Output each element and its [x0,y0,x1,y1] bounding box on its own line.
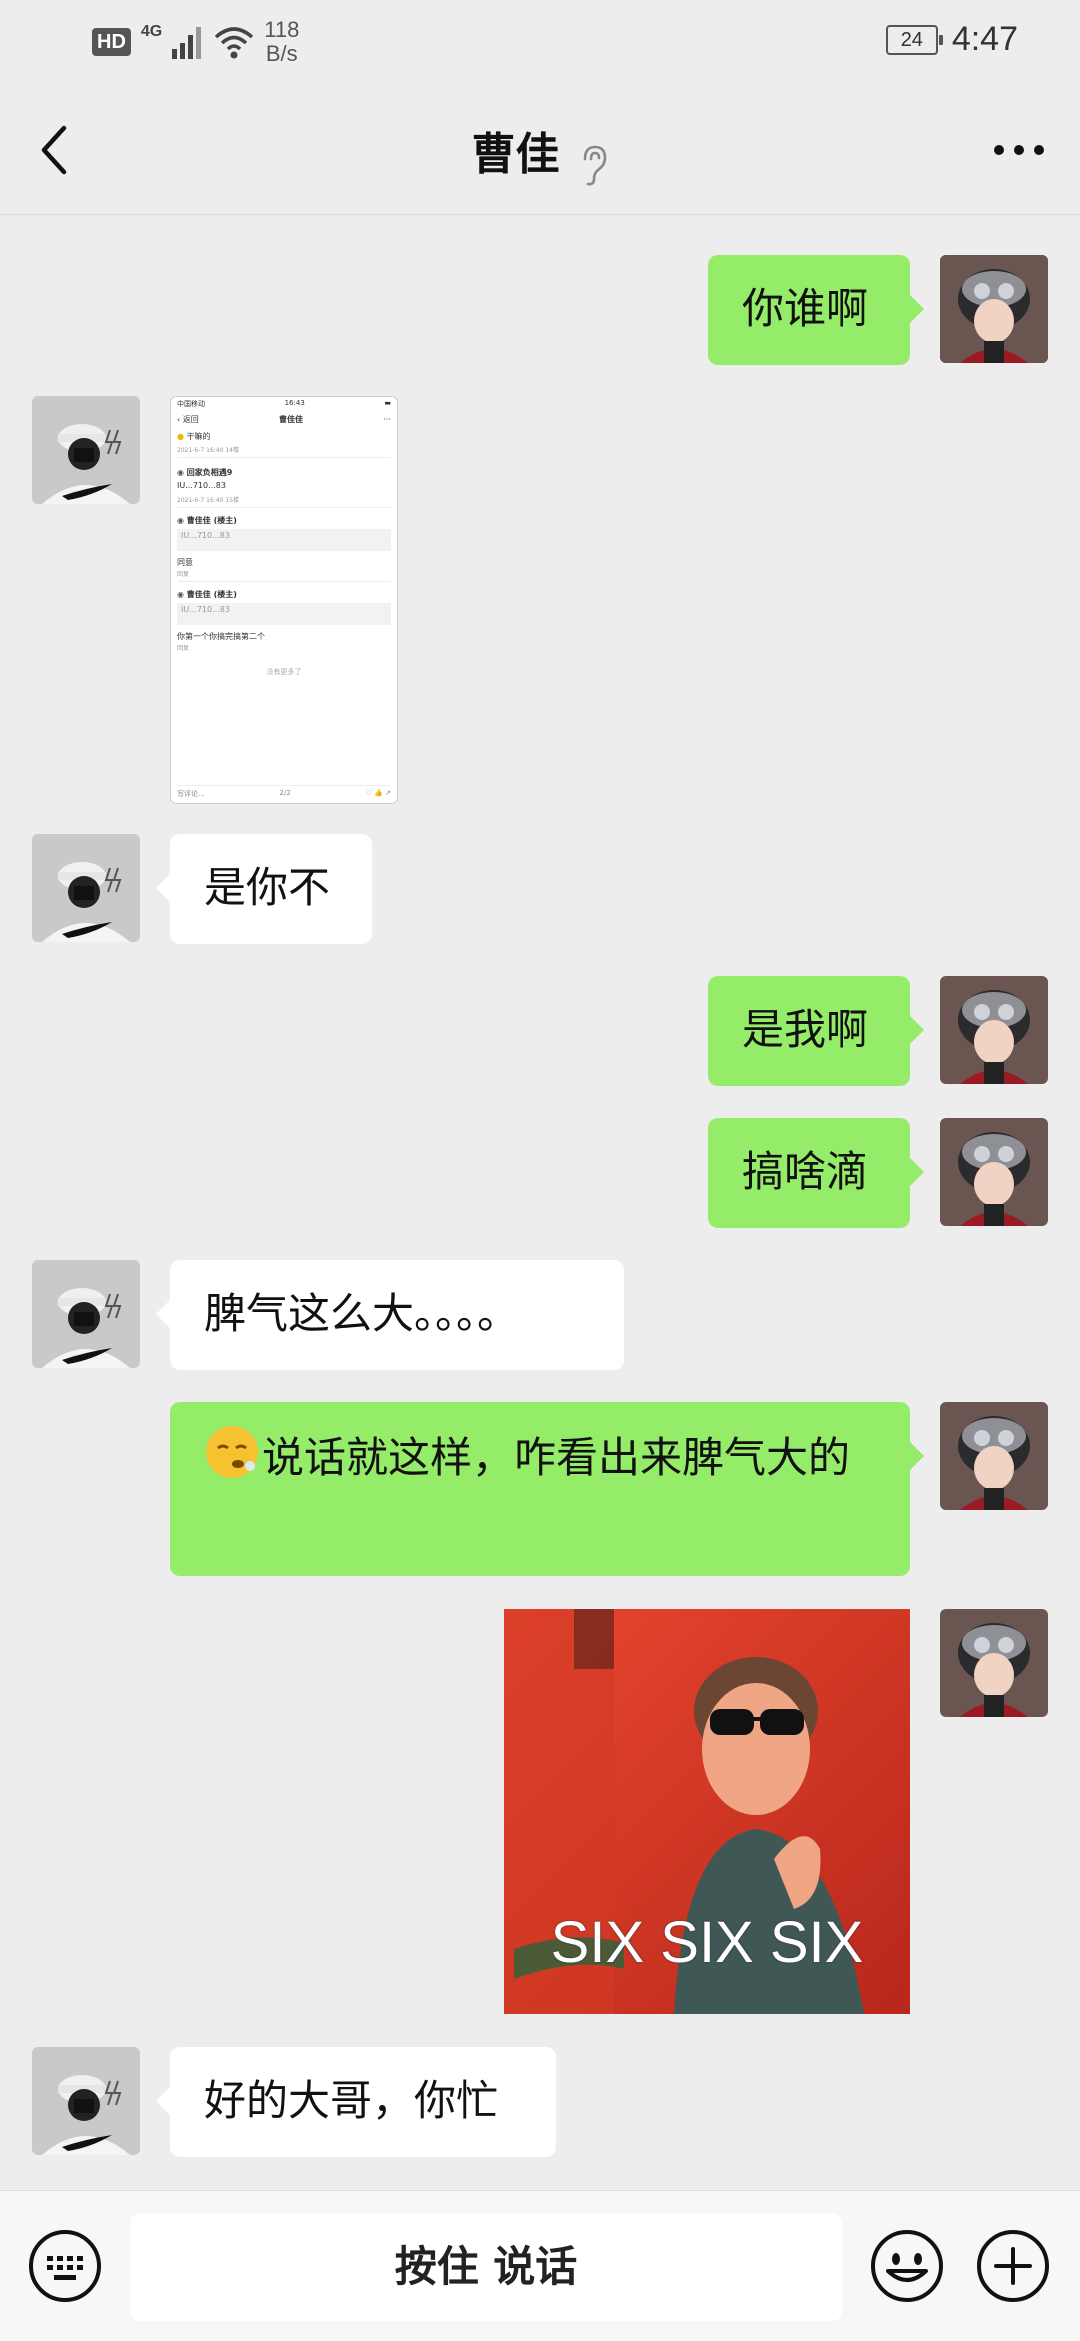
message-bubble-sent[interactable]: 是我啊 [708,976,924,1086]
message-bubble-sent[interactable]: 说话就这样，咋看出来脾气大的 [170,1402,924,1576]
keyboard-icon[interactable] [28,2229,102,2303]
status-left: HD 4G 118 B/s [92,18,299,66]
screenshot-image-message[interactable]: 中国移动 16:43 ▬ ‹ 返回 曹佳佳 ··· ● 干嘛的 2021-6-7… [170,396,398,804]
message-bubble-received[interactable]: 脾气这么大。。。。 [156,1260,624,1370]
contact-avatar[interactable] [32,2047,140,2155]
shot-battery-icon: ▬ [384,399,391,407]
contact-avatar[interactable] [32,396,140,504]
contact-avatar[interactable] [32,1260,140,1368]
message-bubble-sent[interactable]: 搞啥滴 [708,1118,924,1228]
hold-to-talk-button[interactable]: 按住 说话 [130,2213,842,2321]
shot-c2-quote: IU...710...83 [177,529,391,551]
shot-c3-name-row: ◉ 曹佳佳 (楼主) [177,590,237,599]
message-text: 好的大哥，你忙 [204,2076,499,2125]
signal-icon [172,27,202,59]
my-avatar[interactable] [940,255,1048,363]
speed-unit: B/s [265,41,298,66]
shot-statusbar: 中国移动 16:43 ▬ [177,399,391,409]
my-avatar[interactable] [940,1402,1048,1510]
shot-input-row: 写评论... 2/2 ♡ 👍 ↗ [177,785,391,799]
message-text: 脾气这么大。。。。 [204,1289,520,1338]
message-text: 搞啥滴 [742,1147,869,1196]
shot-c3-text: 你第一个你搞完搞第二个 [177,632,265,641]
shot-c3-name: 曹佳佳 (楼主) [186,590,237,599]
shot-page: 2/2 [279,789,291,797]
message-bubble-received[interactable]: 好的大哥，你忙 [156,2047,556,2157]
shot-input: 写评论... [177,790,205,798]
shot-c2-name-row: ◉ 曹佳佳 (楼主) [177,516,237,525]
emoji-icon[interactable] [870,2229,944,2303]
shot-top-comment: ● 干嘛的 [177,432,211,441]
battery-icon: 24 [885,24,943,55]
shot-divider [177,581,391,582]
shot-c2-reply: 回复 [177,571,190,578]
earpiece-mode-icon [583,145,606,185]
wifi-icon [215,27,254,59]
shot-c3-quote: IU...710...83 [177,603,391,625]
message-text: 是你不 [204,863,331,912]
my-avatar[interactable] [940,1609,1048,1717]
shot-carrier: 中国移动 [177,400,205,408]
shot-header: ‹ 返回 曹佳佳 ··· [177,411,391,427]
message-text: 是我啊 [742,1005,869,1054]
my-avatar[interactable] [940,1118,1048,1226]
shot-divider [177,507,391,508]
message-text: 说话就这样，咋看出来脾气大的 [262,1433,851,1482]
network-type: 4G [140,23,163,40]
shot-title: 曹佳佳 [279,414,304,424]
shot-actions-icons: ♡ 👍 ↗ [365,789,391,797]
plus-icon[interactable] [976,2229,1050,2303]
shot-back: ‹ 返回 [177,414,199,424]
sigh-emoji-icon [204,1424,260,1480]
network-speed: 118 B/s [264,18,299,66]
shot-c3-reply: 回复 [177,645,190,652]
shot-top-meta: 2021-6-7 16:40 14楼 [177,447,239,454]
shot-more-icon: ··· [383,414,391,424]
shot-c1-text: IU...710...83 [177,481,226,490]
shot-no-more: 没有更多了 [266,668,302,676]
hd-badge: HD [92,28,131,56]
shot-c2-name: 曹佳佳 (楼主) [186,516,237,525]
shot-divider [177,457,391,458]
message-bubble-received[interactable]: 是你不 [156,834,372,944]
contact-avatar[interactable] [32,834,140,942]
speed-value: 118 [264,17,300,42]
shot-c1-meta: 2021-6-7 16:40 15楼 [177,497,239,504]
shot-time: 16:43 [284,399,305,407]
shot-c2-text: 同意 [177,558,193,567]
message-bubble-sent[interactable]: 你谁啊 [708,255,924,365]
sticker-image-message[interactable]: SIX SIX SIX [504,1609,910,2014]
title-wrap: 曹佳 [0,118,1080,187]
battery-level: 24 [900,28,923,51]
input-bar: 按住 说话 [0,2190,1080,2341]
chat-header: 曹佳 [0,84,1080,215]
my-avatar[interactable] [940,976,1048,1084]
status-right: 24 4:47 [885,20,1018,59]
shot-c1-name: 回家负相遇9 [186,468,233,477]
sticker-caption: SIX SIX SIX [550,1910,864,1975]
more-options-icon[interactable] [992,142,1046,158]
shot-c1-name-row: ◉ 回家负相遇9 [177,468,233,477]
message-text: 你谁啊 [742,284,869,333]
shot-top-comment-text: 干嘛的 [186,432,211,441]
status-bar: HD 4G 118 B/s 24 4:47 [0,0,1080,84]
clock: 4:47 [951,20,1018,58]
chat-title[interactable]: 曹佳 [471,129,559,180]
shot-back-label: 返回 [182,414,199,424]
